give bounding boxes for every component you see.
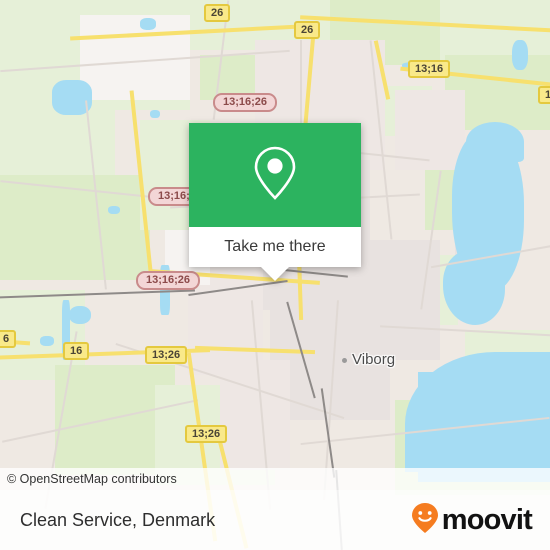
take-me-there-label: Take me there bbox=[224, 238, 326, 255]
attribution-text[interactable]: © OpenStreetMap contributors bbox=[0, 472, 177, 486]
popup-tail-arrow bbox=[261, 267, 289, 281]
road-shield-13-16: 13;16 bbox=[408, 60, 451, 78]
location-pin-icon bbox=[252, 144, 298, 207]
road-shield-26-b: 26 bbox=[294, 21, 321, 39]
road-shield-26-a: 26 bbox=[204, 4, 231, 22]
location-popup-card[interactable]: Take me there bbox=[189, 123, 361, 281]
road-shield-16: 16 bbox=[63, 342, 90, 360]
popup-image-panel bbox=[189, 123, 361, 227]
map-attribution-bar: © OpenStreetMap contributors bbox=[0, 468, 550, 490]
moovit-wordmark: moovit bbox=[441, 503, 533, 536]
map-screen: Viborg 26 26 13;16 16 13;16;26 13;16; 13… bbox=[0, 0, 550, 550]
page-title: Clean Service, Denmark bbox=[20, 509, 216, 530]
road-shield-13-16-26-a: 13;16;26 bbox=[213, 93, 278, 112]
road-shield-13-26-a: 13;26 bbox=[145, 346, 188, 364]
take-me-there-button[interactable]: Take me there bbox=[189, 227, 361, 267]
moovit-smiley-pin-icon bbox=[410, 502, 440, 539]
road-shield-13-26-b: 13;26 bbox=[185, 425, 228, 443]
road-shield-16-edge: 16 bbox=[538, 86, 550, 104]
footer-bar: Clean Service, Denmark moovit bbox=[0, 490, 550, 550]
moovit-logo[interactable]: moovit bbox=[410, 502, 533, 539]
road-shield-6-edge: 6 bbox=[0, 330, 17, 348]
